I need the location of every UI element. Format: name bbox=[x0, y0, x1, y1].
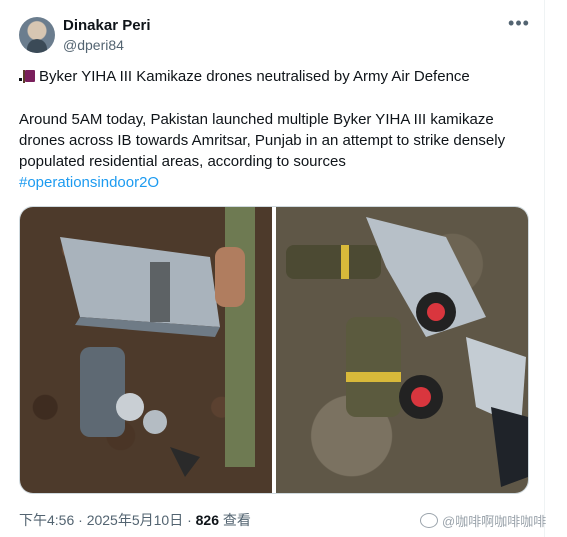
tweet-headline-line: Byker YIHA III Kamikaze drones neutralis… bbox=[19, 66, 524, 87]
media-gallery[interactable] bbox=[19, 206, 529, 494]
tweet-body: Around 5AM today, Pakistan launched mult… bbox=[19, 111, 506, 170]
drone-wreckage-photo-right[interactable] bbox=[276, 207, 528, 493]
author-handle[interactable]: @dperi84 bbox=[63, 37, 124, 53]
tweet-headline: Byker YIHA III Kamikaze drones neutralis… bbox=[39, 68, 470, 85]
more-options-button[interactable]: ••• bbox=[508, 14, 530, 36]
flag-icon bbox=[23, 70, 35, 83]
hashtag-link[interactable]: #operationsindoor2O bbox=[19, 174, 159, 191]
weibo-logo-icon bbox=[420, 513, 438, 528]
tweet-timestamp-views: 下午4:56 · 2025年5月10日 · 826 查看 bbox=[19, 510, 251, 530]
tweet-time[interactable]: 下午4:56 · 2025年5月10日 · bbox=[19, 512, 196, 528]
watermark-text: @咖啡啊咖啡咖啡 bbox=[442, 514, 547, 529]
bullet-dot bbox=[19, 78, 22, 81]
avatar[interactable] bbox=[19, 17, 55, 53]
views-label: 查看 bbox=[219, 512, 251, 528]
wreckage-illustration-left bbox=[60, 207, 255, 477]
drone-wreckage-photo-left[interactable] bbox=[20, 207, 272, 493]
author-display-name[interactable]: Dinakar Peri bbox=[63, 17, 151, 34]
watermark: @咖啡啊咖啡咖啡 bbox=[420, 511, 546, 530]
wreckage-illustration-right bbox=[286, 217, 528, 487]
views-count: 826 bbox=[195, 512, 219, 528]
